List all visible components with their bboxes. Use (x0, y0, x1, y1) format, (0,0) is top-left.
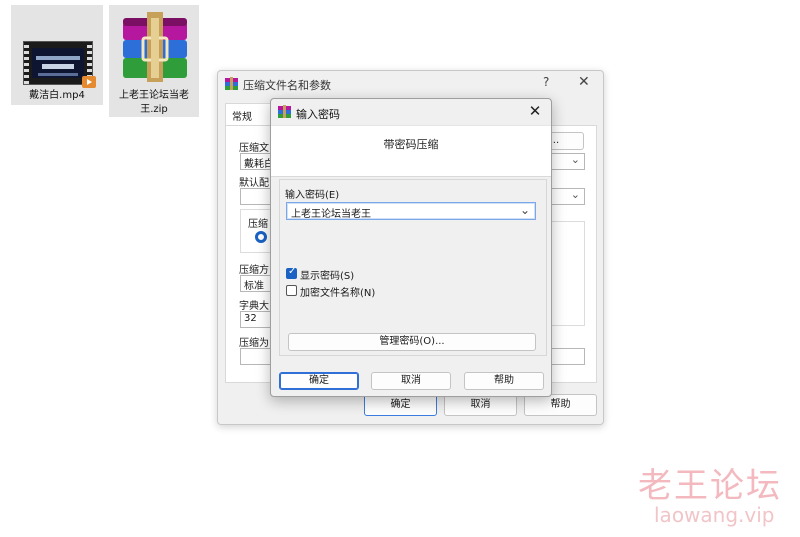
desktop-file-archive[interactable]: 上老王论坛当老 王.zip (109, 5, 199, 117)
password-value: 上老王论坛当老王 (291, 209, 371, 220)
dialog-header: 带密码压缩 (271, 125, 551, 177)
help-button[interactable]: 帮助 (524, 394, 597, 416)
encrypt-filenames-label[interactable]: 加密文件名称(N) (300, 284, 375, 299)
ok-button[interactable]: 确定 (364, 394, 437, 416)
split-label: 压缩为 (239, 338, 269, 349)
chevron-down-icon[interactable]: ⌄ (520, 203, 530, 217)
video-file-icon (23, 41, 96, 88)
show-password-checkbox[interactable] (286, 266, 297, 279)
help-icon[interactable]: ? (543, 75, 549, 89)
archive-format-label: 压缩 (248, 219, 268, 230)
encrypt-filenames-checkbox[interactable] (286, 285, 297, 296)
file-name-label: 上老王论坛当老 (119, 90, 189, 101)
method-value: 标准 (244, 281, 264, 292)
cancel-button[interactable]: 取消 (444, 394, 517, 416)
dictionary-label: 字典大 (239, 301, 269, 312)
winrar-icon (225, 77, 238, 90)
format-radio[interactable] (255, 231, 267, 243)
file-name-label: 戴洁白.mp4 (29, 90, 85, 101)
close-icon[interactable]: ✕ (527, 102, 543, 120)
archive-name-label: 压缩文 (239, 143, 269, 154)
title-bar[interactable]: 输入密码 ✕ (271, 99, 551, 125)
password-label: 输入密码(E) (285, 190, 340, 201)
dialog-heading: 带密码压缩 (383, 138, 439, 151)
default-profile-label: 默认配 (239, 178, 269, 189)
password-dialog: 输入密码 ✕ 带密码压缩 输入密码(E) 上老王论坛当老王 ⌄ 显示密码(S) … (270, 98, 552, 397)
dictionary-value: 32 (244, 313, 257, 324)
show-password-label[interactable]: 显示密码(S) (300, 267, 354, 282)
dialog-title: 输入密码 (296, 108, 340, 121)
tab-general[interactable]: 常规 (225, 103, 275, 125)
help-button[interactable]: 帮助 (464, 372, 544, 390)
close-icon[interactable]: ✕ (578, 74, 590, 90)
winrar-icon (278, 105, 291, 118)
method-label: 压缩方 (239, 265, 269, 276)
cancel-button[interactable]: 取消 (371, 372, 451, 390)
watermark-title: 老王论坛 (638, 466, 782, 506)
watermark-url: laowang.vip (654, 503, 775, 527)
password-input[interactable]: 上老王论坛当老王 ⌄ (286, 202, 536, 220)
winrar-archive-icon (123, 12, 187, 82)
manage-passwords-button[interactable]: 管理密码(O)... (288, 333, 536, 351)
file-name-label: 王.zip (140, 104, 168, 115)
dialog-title: 压缩文件名和参数 (243, 79, 331, 92)
ok-button[interactable]: 确定 (279, 372, 359, 390)
desktop-file-video[interactable]: 戴洁白.mp4 (11, 5, 103, 105)
